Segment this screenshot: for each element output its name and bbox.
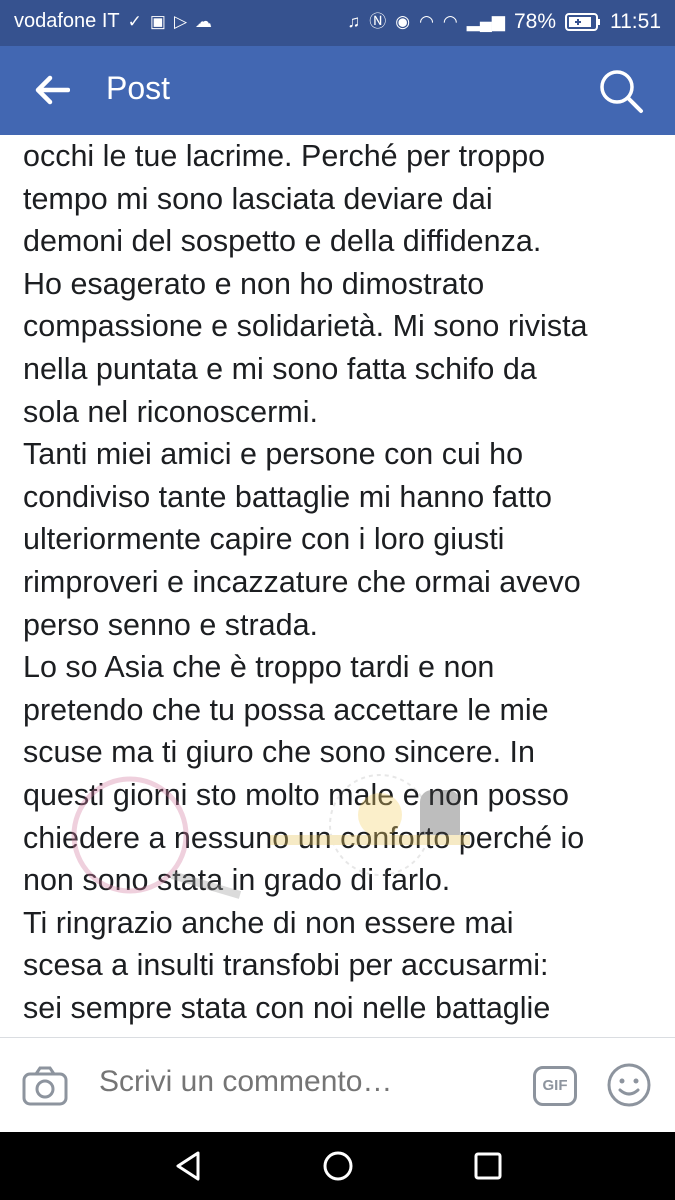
comment-input[interactable] bbox=[97, 1064, 521, 1100]
eye-icon: ◉ bbox=[395, 12, 411, 31]
checkmark-icon: ✓ bbox=[127, 11, 142, 31]
smiley-icon[interactable] bbox=[607, 1063, 651, 1107]
cloud-icon: ☁ bbox=[195, 11, 213, 31]
wifi-icon: ◠ bbox=[442, 12, 458, 31]
system-nav-bar bbox=[0, 1132, 675, 1200]
camera-icon[interactable] bbox=[22, 1066, 68, 1106]
app-bar: Post bbox=[0, 46, 675, 135]
facebook-icon: ▣ bbox=[149, 11, 166, 31]
square-recents-icon[interactable] bbox=[470, 1148, 506, 1184]
battery-icon bbox=[565, 13, 600, 31]
comment-composer: GIF bbox=[0, 1037, 675, 1133]
headphones-icon: ♫ bbox=[347, 12, 361, 31]
gif-button[interactable]: GIF bbox=[533, 1066, 577, 1106]
page-title: Post bbox=[106, 70, 171, 106]
carrier-label: vodafone IT bbox=[14, 10, 120, 32]
play-store-icon: ▷ bbox=[173, 11, 188, 31]
signal-icon: ▂▄▆ bbox=[466, 12, 505, 31]
nfc-icon: Ⓝ bbox=[369, 12, 387, 31]
battery-percent: 78% bbox=[513, 10, 556, 33]
post-content[interactable]: occhi le tue lacrime. Perché per troppo … bbox=[0, 135, 675, 1037]
search-icon[interactable] bbox=[598, 68, 644, 114]
wifi-calling-icon: ◠ bbox=[419, 12, 434, 31]
clock: 11:51 bbox=[610, 10, 661, 33]
arrow-left-icon[interactable] bbox=[34, 74, 70, 106]
status-bar: vodafone IT ✓ ▣ ▷ ☁ ♫ Ⓝ ◉ ◠ ◠ ▂▄▆ 78% 11… bbox=[0, 0, 675, 46]
post-body-text: occhi le tue lacrime. Perché per troppo … bbox=[23, 139, 588, 1037]
triangle-back-icon[interactable] bbox=[170, 1148, 206, 1184]
circle-home-icon[interactable] bbox=[320, 1148, 356, 1184]
